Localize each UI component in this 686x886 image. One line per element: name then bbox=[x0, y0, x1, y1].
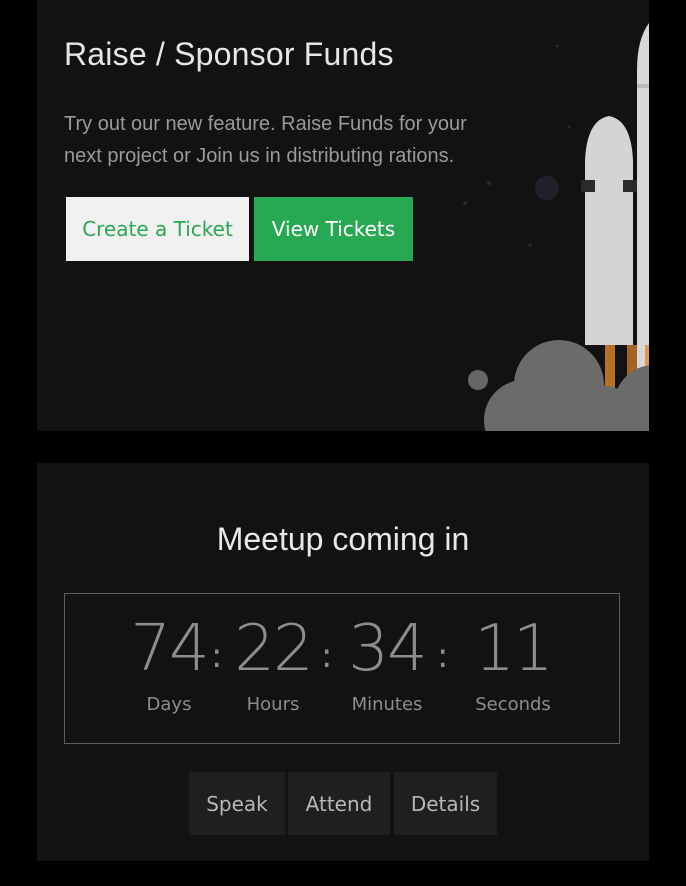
countdown-hours-value: 22 bbox=[234, 612, 313, 686]
create-ticket-button[interactable]: Create a Ticket bbox=[66, 197, 249, 261]
hero-description: Try out our new feature. Raise Funds for… bbox=[64, 113, 467, 167]
meetup-title: Meetup coming in bbox=[216, 521, 470, 557]
countdown-seconds-value: 11 bbox=[474, 612, 553, 686]
rocket-launch-illustration bbox=[463, 23, 649, 431]
countdown-minutes-label: Minutes bbox=[351, 694, 423, 715]
countdown-separator: : bbox=[321, 636, 333, 676]
view-tickets-button[interactable]: View Tickets bbox=[254, 197, 413, 261]
countdown-hours-label: Hours bbox=[246, 694, 300, 715]
countdown-timer: 74 Days : 22 Hours : 34 Minutes : 11 Sec… bbox=[64, 593, 620, 744]
countdown-minutes-value: 34 bbox=[348, 612, 427, 686]
meetup-card: Meetup coming in 74 Days : 22 Hours : 34… bbox=[37, 463, 649, 861]
countdown-days-label: Days bbox=[146, 694, 192, 715]
countdown-days-value: 74 bbox=[130, 612, 209, 686]
attend-button[interactable]: Attend bbox=[288, 772, 390, 835]
raise-funds-card: Raise / Sponsor Funds Try out our new fe… bbox=[37, 0, 649, 431]
countdown-seconds-label: Seconds bbox=[475, 694, 551, 715]
countdown-separator: : bbox=[437, 636, 449, 676]
countdown-separator: : bbox=[211, 636, 223, 676]
speak-button[interactable]: Speak bbox=[189, 772, 285, 835]
details-button[interactable]: Details bbox=[394, 772, 497, 835]
page-title: Raise / Sponsor Funds bbox=[64, 36, 394, 72]
